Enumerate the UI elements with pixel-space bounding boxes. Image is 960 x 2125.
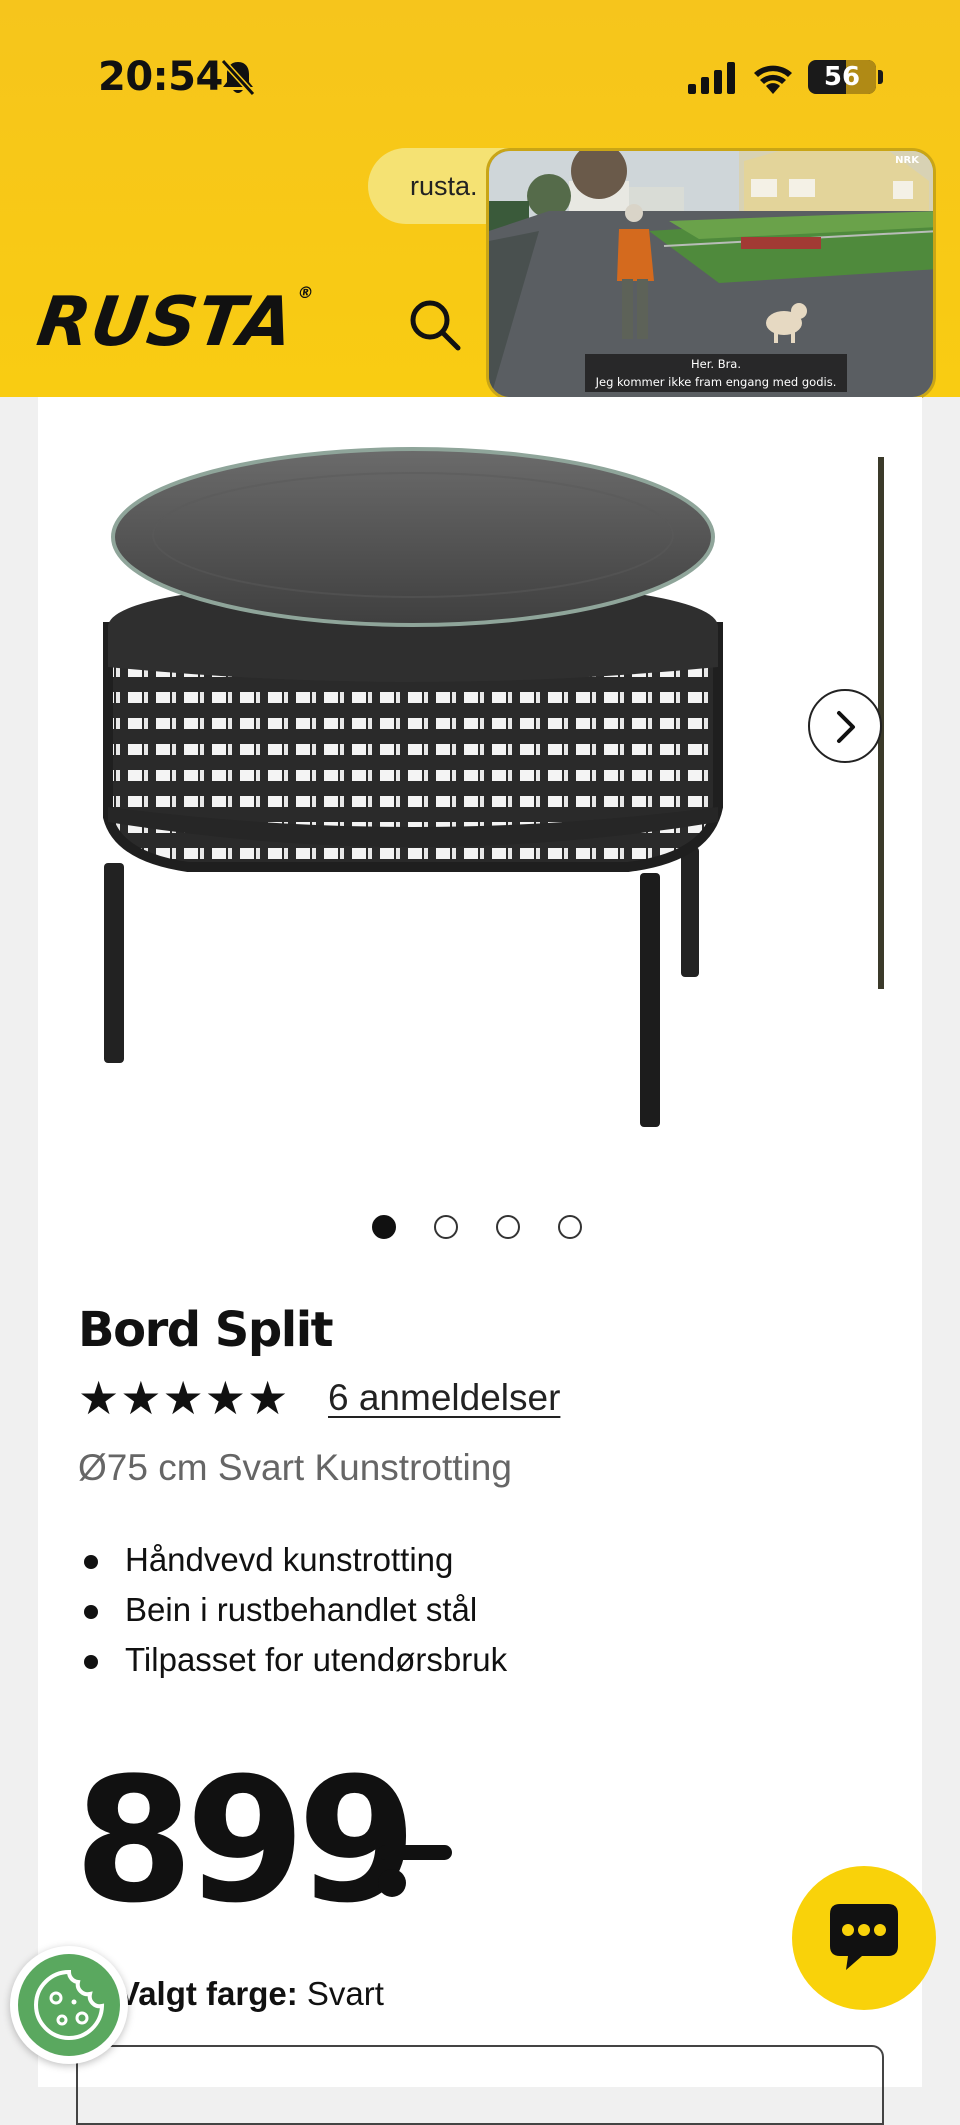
color-select[interactable] [76, 2045, 884, 2125]
gallery-dot[interactable] [558, 1215, 582, 1239]
search-icon[interactable] [408, 298, 462, 352]
video-subtitles: Her. Bra. Jeg kommer ikke fram engang me… [585, 354, 847, 392]
gallery-pagination [372, 1215, 592, 1239]
color-value: Svart [306, 1975, 384, 2012]
product-subtitle: Ø75 cm Svart Kunstrotting [78, 1447, 512, 1488]
gallery-dot[interactable] [434, 1215, 458, 1239]
wifi-icon [754, 65, 792, 94]
cookie-icon-bg [18, 1954, 120, 2056]
cellular-signal-icon [688, 62, 735, 94]
reviews-link[interactable]: 6 anmeldelser [328, 1377, 560, 1419]
product-image[interactable] [68, 427, 908, 1147]
logo-text: RUSTA [32, 283, 299, 362]
product-title: Bord Split [78, 1302, 334, 1358]
price-dash [378, 1845, 452, 1860]
chat-bubble-icon [830, 1904, 898, 1970]
battery-indicator: 56 [808, 60, 876, 94]
feature-list: Håndvevd kunstrotting Bein i rustbehandl… [78, 1535, 507, 1685]
price: 899 [74, 1740, 417, 1941]
battery-percent: 56 [823, 62, 861, 92]
chevron-right-icon [837, 711, 855, 743]
feature-item: Tilpasset for utendørsbruk [78, 1635, 507, 1685]
cookie-icon [34, 1969, 105, 2040]
feature-item: Håndvevd kunstrotting [78, 1535, 507, 1585]
address-text: rusta. [410, 171, 478, 201]
product-card: Bord Split ★★★★★ 6 anmeldelser Ø75 cm Sv… [38, 397, 922, 2125]
price-dot [378, 1869, 406, 1897]
subtitle-line-1: Her. Bra. [690, 357, 742, 371]
selected-color: Valgt farge: Svart [118, 1975, 384, 2013]
cookie-settings-button[interactable] [10, 1946, 128, 2064]
rating-stars: ★★★★★ [78, 1372, 290, 1424]
bell-slash-icon [220, 58, 256, 97]
status-bar: 20:54 56 [0, 0, 960, 150]
gallery-dot[interactable] [496, 1215, 520, 1239]
battery-tip [878, 70, 883, 84]
logo-registered-mark: ® [296, 283, 316, 302]
chat-button[interactable] [792, 1866, 936, 2010]
gallery-dot[interactable] [372, 1215, 396, 1239]
color-label: Valgt farge: [118, 1975, 298, 2012]
next-image-button[interactable] [808, 689, 882, 763]
video-channel-tag: NRK [895, 155, 919, 166]
rusta-logo[interactable]: RUSTA® [32, 283, 316, 363]
subtitle-line-2: Jeg kommer ikke fram engang med godis. [595, 375, 837, 389]
feature-item: Bein i rustbehandlet stål [78, 1585, 507, 1635]
video-pip-overlay[interactable]: NRK Her. Bra. Jeg kommer ikke fram engan… [486, 148, 936, 400]
status-time: 20:54 [98, 54, 223, 100]
